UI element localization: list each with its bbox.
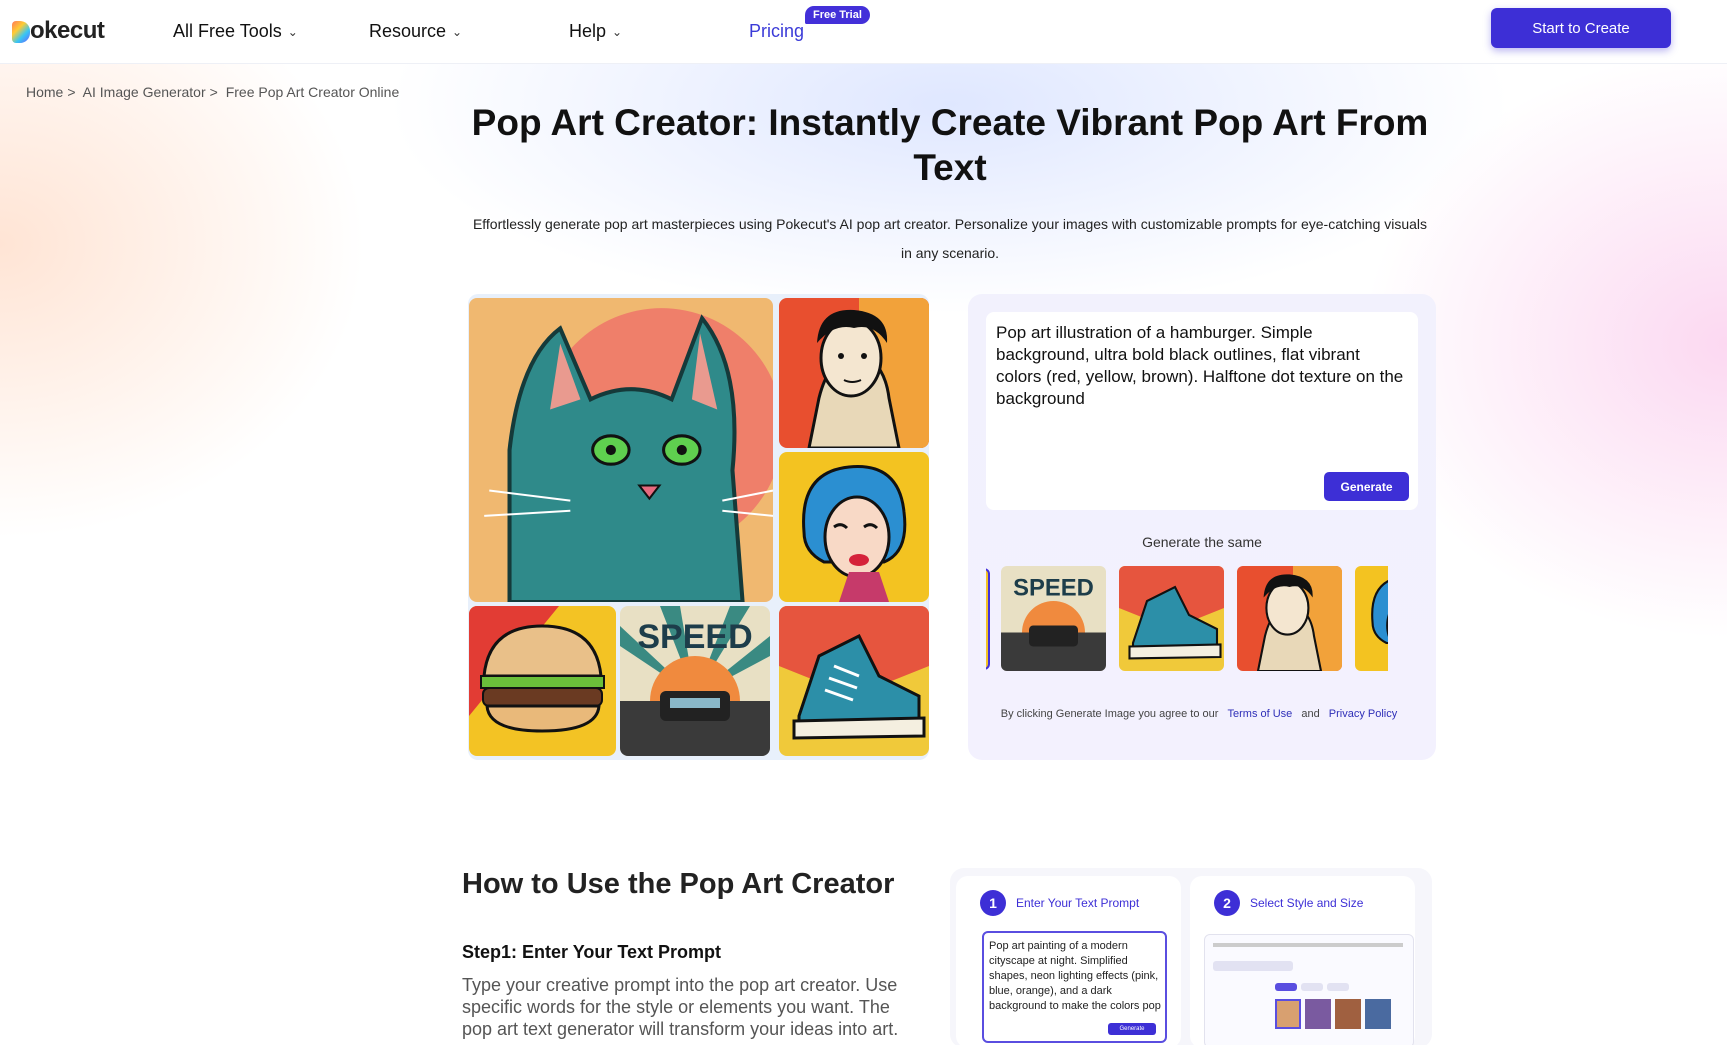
breadcrumb-current: Free Pop Art Creator Online (225, 84, 400, 100)
logo-icon (12, 21, 30, 43)
nav-label: Resource (369, 20, 447, 41)
example-gallery: SPEED (468, 294, 929, 760)
mini-style-selector (1204, 934, 1414, 1045)
nav-label: Pricing (749, 20, 805, 41)
step-card-2-label: Select Style and Size (1250, 896, 1364, 910)
terms-of-use-link[interactable]: Terms of Use (1228, 708, 1293, 720)
agreement-and: and (1301, 708, 1320, 720)
gallery-image-cat (469, 298, 773, 602)
steps-illustration: 1 Enter Your Text Prompt Pop art paintin… (950, 868, 1432, 1045)
breadcrumb: Home > AI Image Generator > Free Pop Art C… (26, 84, 403, 100)
breadcrumb-separator: > (67, 84, 76, 100)
nav-pricing[interactable]: Pricing (749, 16, 804, 46)
pokecut-logo[interactable]: okecut (12, 14, 105, 48)
speed-text: SPEED (637, 618, 752, 656)
gallery-image-sneaker (779, 606, 929, 756)
agreement-text: By clicking Generate Image you agree to … (968, 708, 1436, 720)
gallery-image-man-portrait (779, 298, 929, 448)
generate-the-same-label: Generate the same (1142, 534, 1262, 550)
step1-title: Step1: Enter Your Text Prompt (462, 942, 722, 962)
carousel-thumb-sneaker[interactable] (1119, 566, 1224, 671)
step-number-1: 1 (980, 890, 1006, 916)
start-to-create-button[interactable]: Start to Create (1491, 8, 1671, 48)
chevron-down-icon: ⌄ (612, 25, 623, 39)
privacy-policy-link[interactable]: Privacy Policy (1329, 708, 1397, 720)
speed-text: SPEED (1013, 574, 1094, 601)
page-title: Pop Art Creator: Instantly Create Vibran… (471, 102, 1429, 188)
generator-panel: Pop art illustration of a hamburger. Sim… (968, 294, 1436, 760)
gallery-image-hamburger (469, 606, 616, 756)
prompt-textarea[interactable]: Pop art illustration of a hamburger. Sim… (986, 312, 1418, 510)
how-to-use-title: How to Use the Pop Art Creator (462, 868, 895, 900)
gallery-image-woman-portrait (779, 452, 929, 602)
nav-resource[interactable]: Resource ⌄ (369, 16, 462, 46)
step-card-2: 2 Select Style and Size (1190, 876, 1415, 1045)
mini-prompt-text: Pop art painting of a modern cityscape a… (989, 940, 1161, 1012)
page-subtitle: Effortlessly generate pop art masterpiec… (472, 216, 1428, 261)
nav-all-free-tools[interactable]: All Free Tools ⌄ (173, 16, 298, 46)
step-card-1: 1 Enter Your Text Prompt Pop art paintin… (956, 876, 1181, 1045)
same-style-carousel[interactable]: SPEED (986, 566, 1388, 672)
carousel-thumb-woman-portrait[interactable] (1355, 566, 1388, 671)
breadcrumb-ai-image-generator[interactable]: AI Image Generator (83, 84, 206, 100)
free-trial-badge: Free Trial (805, 6, 870, 24)
carousel-thumb-man-portrait[interactable] (1237, 566, 1342, 671)
nav-label: Help (569, 20, 607, 41)
chevron-down-icon: ⌄ (452, 25, 463, 39)
prompt-text[interactable]: Pop art illustration of a hamburger. Sim… (996, 322, 1408, 410)
mini-prompt-box: Pop art painting of a modern cityscape a… (982, 931, 1167, 1043)
step-number-2: 2 (1214, 890, 1240, 916)
step1-description: Type your creative prompt into the pop a… (462, 975, 899, 1039)
agreement-prefix: By clicking Generate Image you agree to … (1000, 708, 1219, 720)
nav-help[interactable]: Help ⌄ (569, 16, 622, 46)
mini-generate-button: Generate (1108, 1023, 1156, 1035)
chevron-down-icon: ⌄ (287, 25, 298, 39)
logo-text: okecut (30, 17, 105, 44)
breadcrumb-home[interactable]: Home (26, 84, 63, 100)
carousel-thumb-speed-car[interactable]: SPEED (1001, 566, 1106, 671)
generate-button[interactable]: Generate (1324, 472, 1409, 501)
gallery-image-speed-car: SPEED (620, 606, 770, 756)
step-card-1-label: Enter Your Text Prompt (1016, 896, 1140, 910)
carousel-thumb-partial[interactable] (986, 568, 990, 670)
nav-label: All Free Tools (173, 20, 282, 41)
breadcrumb-separator: > (209, 84, 218, 100)
top-nav: okecut All Free Tools ⌄ Resource ⌄ Help … (0, 0, 1727, 64)
